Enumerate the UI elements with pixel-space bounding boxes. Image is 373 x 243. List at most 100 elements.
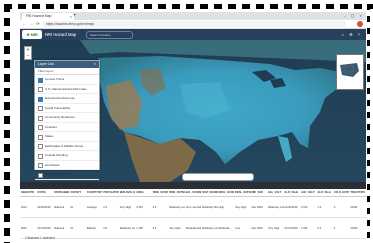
layer-checkbox[interactable] — [38, 163, 43, 168]
column-header[interactable]: EAL_VALT — [267, 189, 284, 197]
table-cell: Autauga — [85, 196, 103, 218]
column-header[interactable]: TRACTFIPS — [349, 189, 366, 197]
layer-list-header: Layer List × — [35, 61, 99, 68]
browser-tab-strip: FBI Hazard Map × + – ▢ × — [20, 12, 366, 20]
table-cell: 2.3 — [102, 196, 119, 218]
layer-checkbox[interactable] — [38, 172, 43, 178]
layer-list-items: Census Tracts U.S. Natural Hazard Risk In… — [35, 75, 99, 182]
layer-item[interactable]: Hurricanes — [35, 161, 99, 170]
column-header[interactable]: NRI_VER — [250, 189, 268, 197]
table-cell: 2,310 — [299, 196, 317, 218]
table-row[interactable]: 2042 01/07/2019 Alabama AL Baldwin 0.8 Relativ… — [20, 217, 366, 239]
layer-item-label: Social Vulnerability — [45, 105, 71, 110]
new-tab-icon[interactable]: + — [73, 12, 77, 20]
column-header[interactable]: COUNTY — [69, 189, 86, 197]
table-cell: 1,108 — [135, 217, 152, 239]
florida-land — [278, 136, 292, 162]
zoom-out-button[interactable]: − — [25, 53, 31, 59]
table-cell: Baldwin — [85, 217, 103, 239]
column-header[interactable]: POPULATION — [102, 189, 119, 197]
layer-list-panel: Layer List × Filter layers Census Tracts… — [34, 60, 100, 182]
layer-item[interactable]: Expected Annual Loss — [35, 94, 99, 104]
overview-map-imagery — [337, 55, 363, 89]
layer-filter[interactable]: Filter layers — [35, 68, 99, 75]
attribute-table-tabs: Census TractsU.S. Natural Hazard Risk In… — [20, 182, 366, 189]
header-icons[interactable]: ⌂ ⚙ ? — [342, 29, 362, 40]
address-bar: ← → ⟳ https://hazards.fema.gov/nri/map — [20, 20, 366, 29]
table-cell: Very High — [267, 217, 284, 239]
layer-checkbox[interactable] — [38, 96, 43, 102]
column-header[interactable]: AREA — [135, 189, 152, 197]
table-cell: Low — [234, 217, 251, 239]
layer-item-label: Earthquake & Wildfire Zones — [45, 143, 84, 148]
layer-checkbox[interactable] — [38, 106, 43, 111]
close-icon[interactable]: × — [94, 61, 96, 68]
browser-tab-title: FBI Hazard Map — [26, 14, 52, 18]
layer-checkbox[interactable] — [38, 153, 43, 159]
table-cell: 2 — [332, 217, 350, 239]
layer-item-label: Expected Annual Loss — [45, 96, 75, 100]
table-cell: AL — [69, 217, 86, 239]
layer-item[interactable]: Community Resilience — [35, 113, 99, 123]
table-row[interactable]: 2041 01/06/2019 Alabama AL Autauga 2.3 Very Hi… — [20, 196, 366, 218]
layer-checkbox[interactable] — [38, 144, 43, 149]
table-cell: 2041 — [20, 196, 37, 218]
table-cell: Dec 2020 — [250, 217, 268, 239]
column-header[interactable]: ALR_VALB — [283, 189, 300, 197]
column-header[interactable]: CFLD_EVNTS — [332, 189, 350, 197]
layer-item[interactable]: Earthquake & Wildfire Zones — [35, 142, 99, 151]
layer-checkbox[interactable] — [38, 125, 43, 130]
url-field[interactable]: https://hazards.fema.gov/nri/map — [42, 21, 346, 27]
column-header[interactable]: RESL_RATNG — [234, 189, 251, 197]
browser-tab[interactable]: FBI Hazard Map × — [22, 13, 74, 20]
window-controls[interactable]: – ▢ × — [343, 12, 364, 20]
table-cell: AL — [69, 196, 86, 218]
nav-buttons[interactable]: ← → ⟳ — [22, 20, 41, 28]
layer-item-label: Hurricanes — [45, 162, 60, 167]
layer-item-label: Counties — [45, 124, 57, 129]
column-header[interactable]: ALR_VALA — [316, 189, 333, 197]
layer-item[interactable]: Counties — [35, 123, 99, 132]
zoom-control[interactable]: + − — [24, 46, 32, 60]
table-cell: 3.4 — [151, 217, 169, 239]
column-header[interactable]: RISK_SCORE — [151, 189, 169, 197]
frame-left-border — [4, 4, 10, 243]
table-cell: Very High — [234, 196, 251, 218]
column-header[interactable]: EAL_SCORE — [184, 189, 202, 197]
layer-item[interactable]: Social Vulnerability — [35, 104, 99, 113]
map-toolbar[interactable] — [182, 173, 254, 181]
column-header[interactable]: BUILDVALUE — [118, 189, 136, 197]
column-header[interactable]: ALR_VALP — [299, 189, 317, 197]
layer-checkbox[interactable] — [38, 134, 43, 140]
app-header: ❀ NRI NRI Hazard Map Search location ⌂ ⚙… — [20, 29, 366, 40]
attribute-table: OBJECTIDSTATESTATEABBRVCOUNTYCOUNTYFIPSP… — [20, 189, 366, 243]
search-input[interactable]: Search location — [86, 31, 133, 39]
column-header[interactable]: COUNTYFIPS — [85, 189, 103, 197]
layer-item-label: Coastal Flooding — [45, 153, 68, 157]
layer-checkbox[interactable] — [38, 77, 43, 83]
layer-checkbox[interactable] — [38, 115, 43, 121]
column-header[interactable]: STATE — [36, 189, 53, 197]
table-cell: Very High — [118, 196, 136, 218]
table-cell: High — [217, 196, 235, 218]
close-icon[interactable]: × — [70, 13, 72, 20]
layer-item[interactable]: Basemap Imagery — [35, 170, 99, 180]
layer-checkbox[interactable] — [38, 87, 43, 92]
column-header[interactable]: SOVI_SCORE — [201, 189, 218, 197]
browser-window: FBI Hazard Map × + – ▢ × ← → ⟳ https://h… — [20, 12, 366, 243]
map-view[interactable]: + − Layer List × Filter layers Census Tr… — [20, 40, 366, 182]
column-header[interactable]: RESL_SCORE — [217, 189, 235, 197]
overview-map[interactable] — [336, 54, 364, 90]
layer-item[interactable]: U.S. Natural Hazard Risk Index — [35, 85, 99, 94]
table-cell: Relatively Low — [168, 196, 185, 218]
layer-item[interactable]: States — [35, 132, 99, 142]
profile-avatar[interactable] — [357, 21, 363, 27]
layer-item[interactable]: Coastal Flooding — [35, 151, 99, 161]
table-cell: 1.3 — [316, 196, 333, 218]
layer-item-label: U.S. Natural Hazard Risk Index — [45, 86, 87, 91]
column-header[interactable]: RISK_RATNG — [168, 189, 185, 197]
table-cell: Relatively Low — [201, 217, 218, 239]
column-header[interactable]: OBJECTID — [20, 189, 37, 197]
column-header[interactable]: STATEABBRV — [52, 189, 70, 197]
layer-item[interactable]: Census Tracts — [35, 75, 99, 85]
